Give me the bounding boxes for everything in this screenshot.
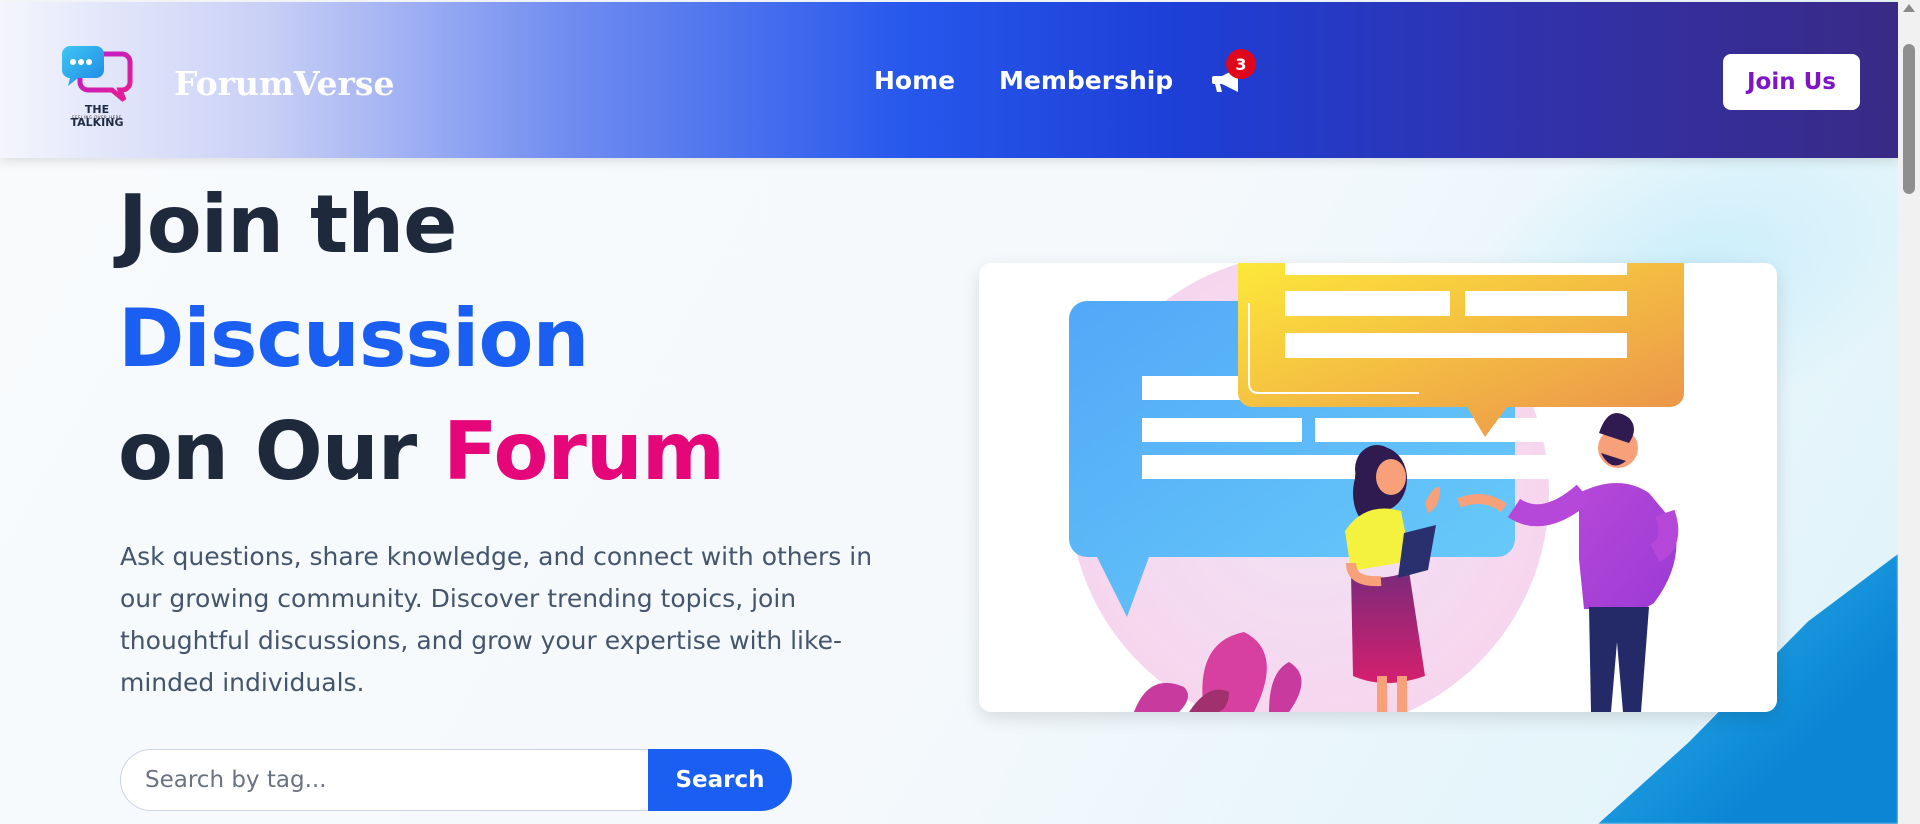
scroll-up-arrow-icon[interactable] bbox=[1903, 4, 1915, 12]
hero-title-line2: Discussion bbox=[118, 292, 589, 385]
notification-badge: 3 bbox=[1226, 49, 1256, 79]
nav-home-link[interactable]: Home bbox=[874, 66, 955, 95]
search-button[interactable]: Search bbox=[648, 749, 792, 811]
scroll-thumb[interactable] bbox=[1903, 44, 1915, 194]
tag-search-input[interactable] bbox=[120, 749, 650, 811]
hero-title-line1: Join the bbox=[118, 178, 457, 271]
brand-name[interactable]: ForumVerse bbox=[174, 64, 394, 103]
hero-title-line3: on Our Forum bbox=[118, 405, 725, 498]
nav-membership-link[interactable]: Membership bbox=[999, 66, 1173, 95]
logo-subtext: FEELING OVER HERE bbox=[72, 115, 122, 120]
hero-title-prefix: on Our bbox=[118, 405, 444, 498]
hero-title-highlight: Forum bbox=[443, 405, 725, 498]
hero-description: Ask questions, share knowledge, and conn… bbox=[120, 542, 873, 697]
page-scrollbar[interactable] bbox=[1898, 0, 1920, 824]
join-us-button[interactable]: Join Us bbox=[1723, 54, 1860, 110]
forum-discussion-illustration bbox=[1069, 263, 1684, 712]
hero-illustration-card bbox=[979, 263, 1777, 712]
site-header: THE TALKING FEELING OVER HERE ForumVerse… bbox=[0, 2, 1898, 158]
page: THE TALKING FEELING OVER HERE ForumVerse… bbox=[0, 0, 1898, 824]
